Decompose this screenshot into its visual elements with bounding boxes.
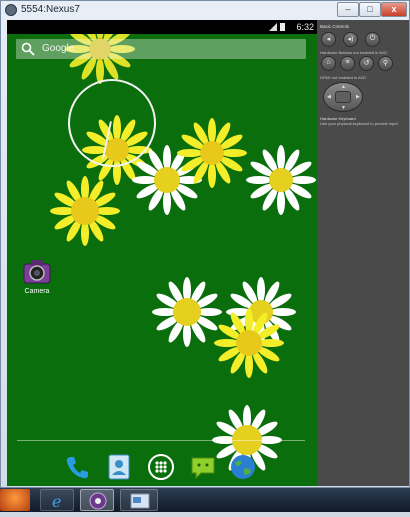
dpad-note: DPAD not enabled in AVD bbox=[320, 75, 366, 80]
window-taskbar-icon[interactable] bbox=[120, 489, 158, 511]
title-bar[interactable]: 5554:Nexus7 – □ x bbox=[1, 1, 409, 19]
messaging-icon[interactable] bbox=[189, 453, 217, 481]
status-time: 6:32 bbox=[296, 22, 314, 32]
camera-label: Camera bbox=[24, 288, 50, 295]
dpad-up-icon[interactable]: ▲ bbox=[341, 84, 346, 90]
app-drawer-icon[interactable] bbox=[147, 453, 175, 481]
camera-app-shortcut[interactable]: Camera bbox=[19, 258, 55, 298]
search-icon bbox=[21, 42, 35, 56]
emulator-window: 5554:Nexus7 – □ x 6:32 Google Camera Bas… bbox=[0, 0, 410, 488]
windows-taskbar: e bbox=[0, 488, 410, 512]
emulator-app-icon bbox=[5, 4, 17, 16]
touch-indicator-circle bbox=[68, 79, 156, 167]
dpad-down-icon[interactable]: ▼ bbox=[341, 105, 346, 111]
menu-icon[interactable]: ≡ bbox=[340, 56, 355, 71]
svg-text:e: e bbox=[52, 492, 61, 511]
dpad-control[interactable]: ▲ ▼ ◀ ▶ bbox=[323, 82, 363, 112]
search-label: Google bbox=[42, 43, 75, 54]
dpad-left-icon[interactable]: ◀ bbox=[327, 94, 331, 100]
emulator-taskbar-icon[interactable] bbox=[80, 489, 114, 511]
window-title: 5554:Nexus7 bbox=[21, 4, 80, 15]
keyboard-note: Use your physical keyboard to provide in… bbox=[320, 121, 398, 126]
browser-icon[interactable] bbox=[229, 453, 257, 481]
minimize-button[interactable]: – bbox=[337, 2, 359, 17]
wallpaper-flowers bbox=[50, 20, 316, 475]
contacts-icon[interactable] bbox=[105, 453, 133, 481]
back-icon[interactable]: ↺ bbox=[359, 56, 374, 71]
dpad-right-icon[interactable]: ▶ bbox=[356, 94, 360, 100]
dpad-center-button[interactable] bbox=[335, 91, 351, 103]
status-bar: 6:32 bbox=[7, 20, 317, 34]
device-screen[interactable]: 6:32 Google Camera bbox=[7, 20, 317, 486]
internet-explorer-icon[interactable]: e bbox=[40, 489, 74, 511]
home-icon[interactable]: ⌂ bbox=[321, 56, 336, 71]
google-search-bar[interactable]: Google bbox=[16, 39, 306, 59]
close-button[interactable]: x bbox=[381, 2, 407, 17]
signal-icon bbox=[269, 23, 277, 31]
buttons-note: Hardware Buttons not enabled in AVD bbox=[320, 50, 388, 55]
controls-title: Basic Controls bbox=[320, 24, 350, 29]
power-icon[interactable]: ⏻ bbox=[365, 32, 380, 47]
search-key-icon[interactable]: ⚲ bbox=[378, 56, 393, 71]
volume-up-icon[interactable]: ◂) bbox=[343, 32, 358, 47]
emulator-controls-panel: Basic Controls ◂ ◂) ⏻ Hardware Buttons n… bbox=[317, 20, 409, 486]
firefox-taskbar-icon[interactable] bbox=[0, 489, 30, 511]
phone-icon[interactable] bbox=[63, 453, 91, 481]
dock-divider bbox=[17, 440, 305, 441]
battery-icon bbox=[280, 23, 285, 31]
camera-icon bbox=[23, 260, 51, 284]
maximize-button[interactable]: □ bbox=[359, 2, 381, 17]
volume-down-icon[interactable]: ◂ bbox=[321, 32, 336, 47]
